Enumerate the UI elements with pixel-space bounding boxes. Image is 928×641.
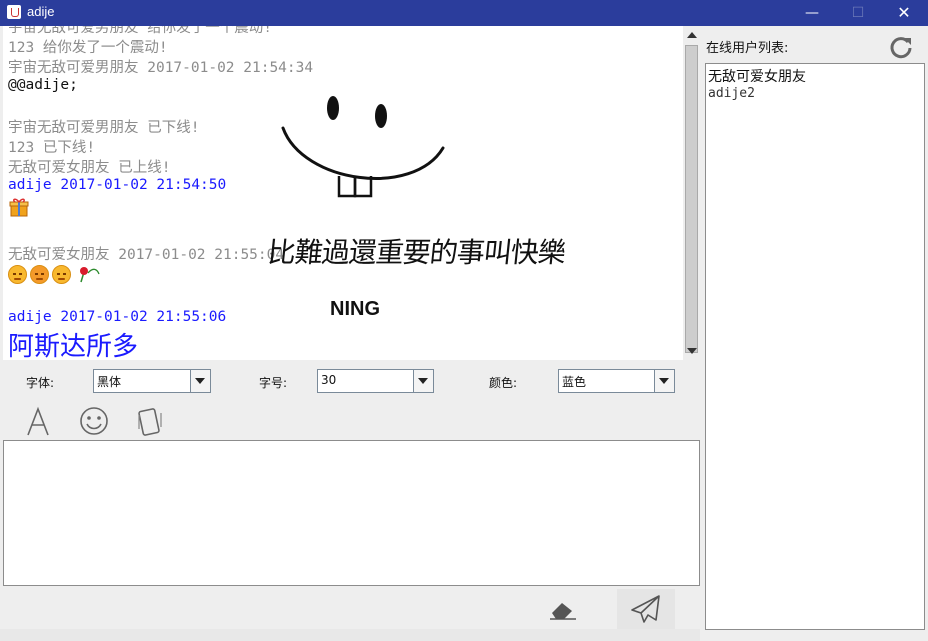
chat-message: 宇宙无敌可爱男朋友 2017-01-02 21:54:34 bbox=[8, 60, 314, 76]
chat-message: adije 2017-01-02 21:54:50 bbox=[8, 177, 227, 193]
refresh-icon[interactable] bbox=[888, 34, 914, 60]
clear-icon bbox=[550, 603, 576, 620]
scroll-thumb[interactable] bbox=[685, 45, 698, 353]
chevron-down-icon[interactable] bbox=[654, 370, 674, 392]
send-icon bbox=[631, 595, 660, 623]
angry-emoji-icon bbox=[30, 265, 49, 284]
send-button[interactable] bbox=[617, 589, 675, 629]
title-bar[interactable]: adije — ☐ ✕ bbox=[0, 0, 928, 26]
chat-message: 无敌可爱女朋友 2017-01-02 21:55:04 bbox=[8, 247, 285, 263]
scroll-down-icon[interactable] bbox=[687, 348, 697, 354]
online-users-list[interactable]: 无敌可爱女朋友 adije2 bbox=[705, 63, 925, 630]
chat-message: @@adije; bbox=[8, 77, 78, 93]
color-value: 蓝色 bbox=[562, 375, 587, 389]
list-item[interactable]: 无敌可爱女朋友 bbox=[708, 66, 806, 86]
color-label: 颜色: bbox=[489, 376, 518, 390]
chat-transcript[interactable]: 宇宙无敌可爱男朋友 给你发了一个震动! 123 给你发了一个震动! 宇宙无敌可爱… bbox=[3, 26, 683, 360]
font-label: 字体: bbox=[26, 376, 55, 390]
chat-scrollbar[interactable] bbox=[683, 26, 700, 360]
message-input[interactable] bbox=[3, 440, 700, 586]
sticker-caption: 比難過還重要的事叫快樂 bbox=[266, 236, 567, 269]
clear-button[interactable] bbox=[528, 589, 598, 629]
shake-icon[interactable] bbox=[132, 403, 168, 439]
size-label: 字号: bbox=[259, 376, 288, 390]
online-users-panel: 在线用户列表: 无敌可爱女朋友 adije2 bbox=[702, 26, 928, 641]
smile-emoji-icon bbox=[8, 265, 27, 284]
minimize-button[interactable]: — bbox=[789, 0, 835, 26]
maximize-button[interactable]: ☐ bbox=[835, 0, 881, 26]
java-icon bbox=[7, 5, 21, 19]
sticker-image bbox=[281, 96, 445, 198]
format-controls: 字体: 黑体 字号: 30 颜色: 蓝色 bbox=[3, 362, 700, 398]
app-window: adije — ☐ ✕ 宇宙无敌可爱男朋友 给你发了一个震动! 123 给你发了… bbox=[0, 0, 928, 641]
chevron-down-icon[interactable] bbox=[190, 370, 210, 392]
chat-message: 无敌可爱女朋友 已上线! bbox=[8, 160, 171, 176]
chat-message: 123 给你发了一个震动! bbox=[8, 40, 168, 56]
chat-message: 123 已下线! bbox=[8, 140, 96, 156]
gift-emoji-icon bbox=[9, 198, 29, 217]
chevron-down-icon[interactable] bbox=[413, 370, 433, 392]
color-select[interactable]: 蓝色 bbox=[558, 369, 675, 393]
smile-emoji-icon bbox=[52, 265, 71, 284]
rose-emoji-icon bbox=[80, 267, 100, 283]
scroll-up-icon[interactable] bbox=[687, 32, 697, 38]
chat-message: adije 2017-01-02 21:55:06 bbox=[8, 309, 227, 325]
font-icon[interactable] bbox=[20, 403, 56, 439]
status-strip bbox=[0, 629, 700, 641]
emoji-icon[interactable] bbox=[76, 403, 112, 439]
close-button[interactable]: ✕ bbox=[881, 0, 927, 26]
list-item[interactable]: adije2 bbox=[708, 86, 755, 101]
sticker-signature: NING bbox=[330, 298, 380, 320]
chat-message-large: 阿斯达所多 bbox=[8, 332, 139, 360]
online-users-title: 在线用户列表: bbox=[706, 41, 789, 56]
font-value: 黑体 bbox=[97, 375, 122, 389]
font-select[interactable]: 黑体 bbox=[93, 369, 211, 393]
size-value: 30 bbox=[321, 373, 337, 387]
window-title: adije bbox=[27, 4, 55, 19]
size-select[interactable]: 30 bbox=[317, 369, 434, 393]
chat-message: 宇宙无敌可爱男朋友 已下线! bbox=[8, 120, 200, 136]
